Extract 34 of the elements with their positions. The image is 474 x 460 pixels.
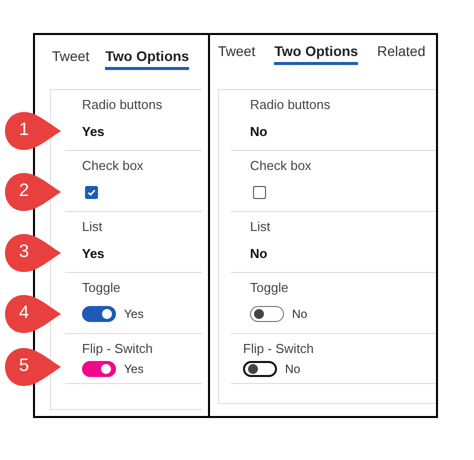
field-label: Toggle: [82, 280, 122, 296]
toggle-switch[interactable]: [82, 306, 116, 322]
field-value[interactable]: Yes: [82, 124, 104, 138]
numbered-callout: 4: [3, 293, 63, 335]
tab[interactable]: Tweet: [52, 48, 90, 70]
toggle-switch[interactable]: [243, 361, 277, 377]
checkbox[interactable]: [253, 186, 266, 198]
toggle-switch[interactable]: [82, 361, 116, 377]
field-label: List: [250, 219, 272, 235]
tab[interactable]: Two Options: [105, 48, 190, 70]
field-value[interactable]: No: [250, 124, 268, 138]
toggle-label: No: [292, 307, 308, 321]
field-label: Radio buttons: [250, 97, 332, 113]
field-label: Check box: [250, 158, 312, 174]
numbered-callout: 1: [3, 110, 63, 152]
field-label: Flip - Switch: [243, 341, 315, 357]
field-label: Flip - Switch: [82, 341, 154, 357]
numbered-callout: 5: [3, 346, 63, 388]
field-label: List: [82, 219, 104, 235]
numbered-callout: 2: [3, 171, 63, 213]
tab[interactable]: Tweet: [218, 43, 256, 65]
field-value[interactable]: No: [250, 246, 268, 260]
field-label: Check box: [82, 158, 144, 174]
tab[interactable]: Two Options: [274, 43, 358, 65]
checkbox[interactable]: [85, 186, 98, 198]
field-label: Toggle: [250, 280, 290, 296]
tab[interactable]: Related: [377, 43, 426, 65]
field-label: Radio buttons: [82, 97, 164, 113]
toggle-label: Yes: [124, 307, 144, 321]
toggle-label: No: [285, 362, 300, 376]
field-value[interactable]: Yes: [82, 246, 104, 260]
numbered-callout: 3: [3, 232, 63, 274]
toggle-label: Yes: [124, 362, 144, 376]
toggle-switch[interactable]: [250, 306, 284, 322]
